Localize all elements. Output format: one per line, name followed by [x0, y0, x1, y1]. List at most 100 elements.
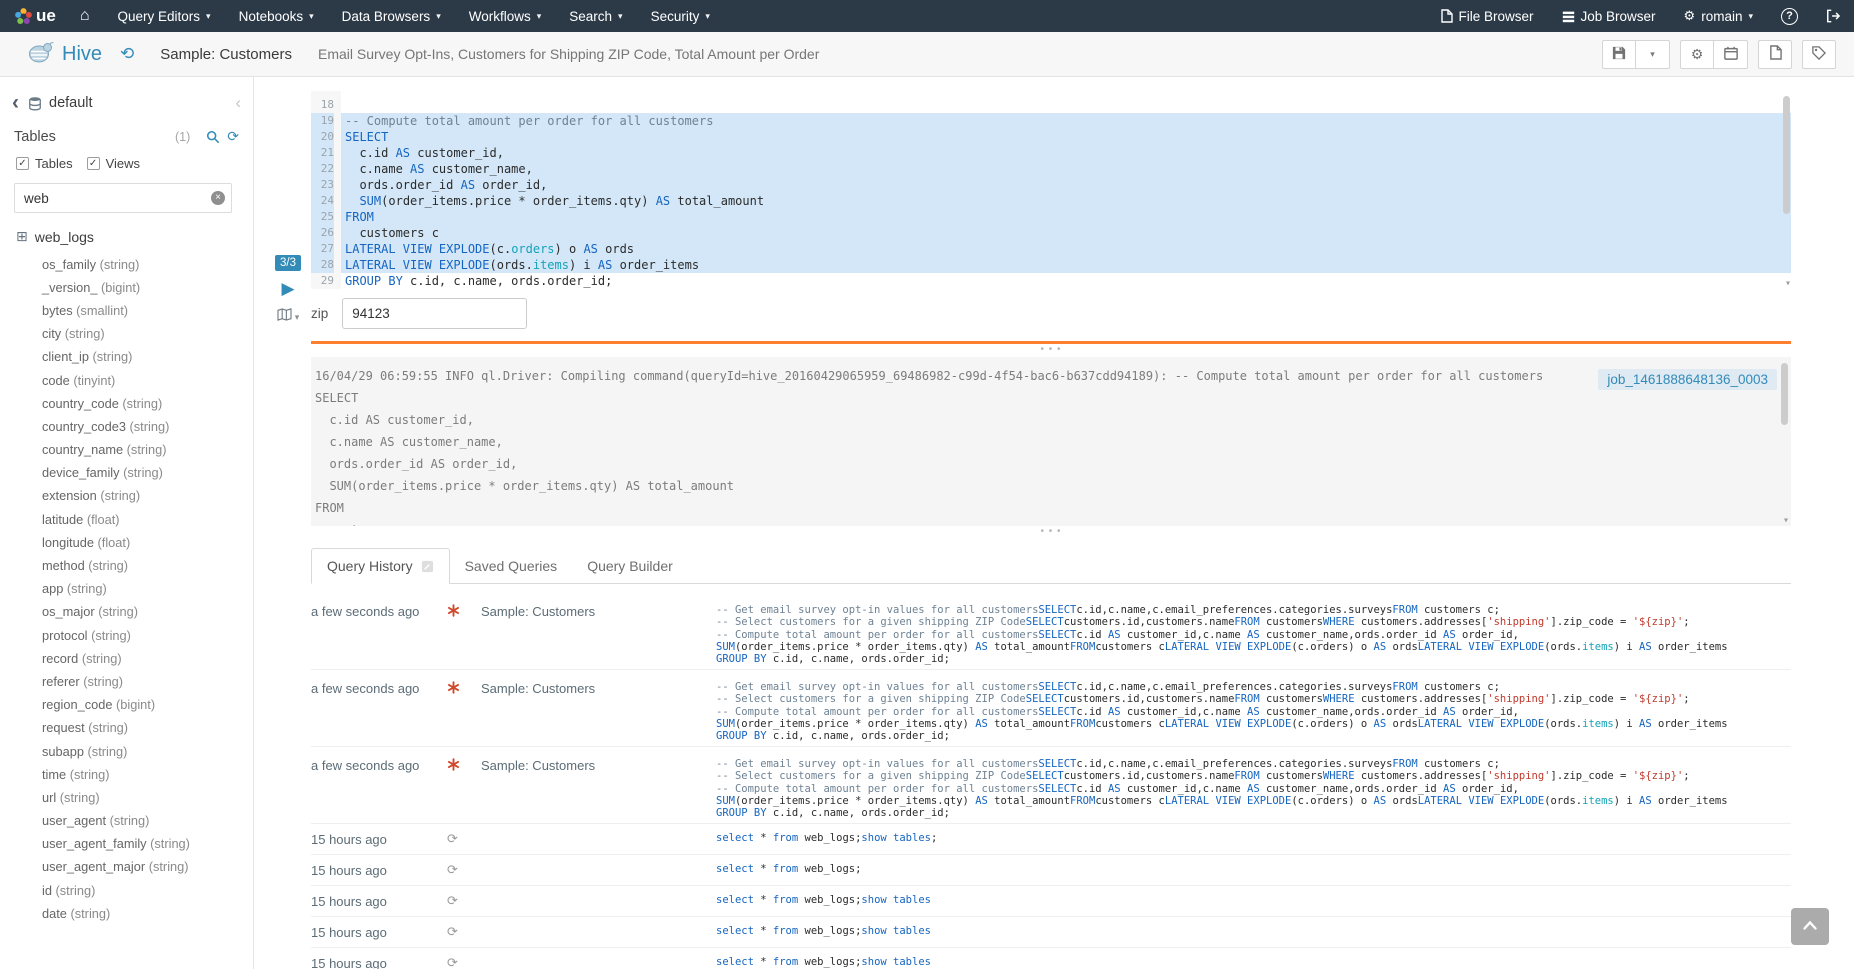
sql-token: select: [716, 863, 754, 875]
column-item[interactable]: extension (string): [0, 485, 253, 508]
menu-query-editors[interactable]: Query Editors▾: [104, 0, 225, 32]
tab-query-history[interactable]: Query History: [311, 548, 450, 584]
column-item[interactable]: country_code (string): [0, 392, 253, 415]
scroll-to-top-button[interactable]: [1791, 908, 1829, 945]
column-item[interactable]: user_agent (string): [0, 810, 253, 833]
edit-icon[interactable]: [421, 560, 434, 573]
table-item-web-logs[interactable]: ⊞ web_logs: [0, 215, 253, 248]
tab-query-builder[interactable]: Query Builder: [572, 549, 688, 583]
tab-saved-queries[interactable]: Saved Queries: [450, 549, 573, 583]
file-browser-button[interactable]: File Browser: [1427, 0, 1548, 32]
column-item[interactable]: client_ip (string): [0, 346, 253, 369]
code-line[interactable]: ords.order_id AS order_id,: [341, 177, 1791, 193]
column-item[interactable]: _version_ (bigint): [0, 276, 253, 299]
job-browser-button[interactable]: Job Browser: [1548, 0, 1670, 32]
code-line[interactable]: c.id AS customer_id,: [341, 145, 1791, 161]
history-row[interactable]: a few seconds agoSample: Customers-- Get…: [311, 593, 1791, 670]
logout-button[interactable]: [1812, 0, 1854, 32]
code-line[interactable]: customers c: [341, 225, 1791, 241]
new-document-button[interactable]: [1758, 40, 1792, 69]
column-item[interactable]: record (string): [0, 647, 253, 670]
column-item[interactable]: city (string): [0, 323, 253, 346]
menu-notebooks[interactable]: Notebooks▾: [225, 0, 328, 32]
menu-data-browsers[interactable]: Data Browsers▾: [328, 0, 455, 32]
editor-code[interactable]: -- Compute total amount per order for al…: [341, 91, 1791, 289]
database-name[interactable]: default: [49, 95, 93, 111]
scroll-down-icon[interactable]: ▾: [1785, 279, 1791, 289]
column-item[interactable]: os_major (string): [0, 601, 253, 624]
code-line[interactable]: [341, 97, 1791, 113]
search-icon[interactable]: [206, 130, 220, 144]
code-line[interactable]: LATERAL VIEW EXPLODE(c.orders) o AS ords: [341, 241, 1791, 257]
history-row[interactable]: 15 hours ago⟳select * from web_logs;show…: [311, 948, 1791, 969]
query-history-icon[interactable]: ⟲: [120, 44, 134, 64]
schedule-button[interactable]: [1714, 40, 1748, 69]
history-row[interactable]: 15 hours ago⟳select * from web_logs;: [311, 855, 1791, 886]
column-item[interactable]: method (string): [0, 554, 253, 577]
hue-logo[interactable]: ue: [0, 0, 66, 32]
column-item[interactable]: country_name (string): [0, 439, 253, 462]
job-link[interactable]: job_1461888648136_0003: [1598, 369, 1777, 390]
save-options-button[interactable]: ▾: [1636, 40, 1670, 69]
resize-grip[interactable]: • • •: [311, 346, 1791, 356]
column-item[interactable]: id (string): [0, 879, 253, 902]
column-item[interactable]: request (string): [0, 717, 253, 740]
column-item[interactable]: time (string): [0, 763, 253, 786]
help-button[interactable]: ?: [1767, 0, 1812, 32]
settings-button[interactable]: ⚙: [1680, 40, 1714, 69]
code-line[interactable]: FROM: [341, 209, 1791, 225]
code-line[interactable]: -- Compute total amount per order for al…: [341, 113, 1791, 129]
scrollbar-thumb[interactable]: [1781, 363, 1788, 425]
column-item[interactable]: bytes (smallint): [0, 299, 253, 322]
resize-grip[interactable]: • • •: [311, 528, 1791, 538]
column-item[interactable]: user_agent_family (string): [0, 833, 253, 856]
column-item[interactable]: url (string): [0, 786, 253, 809]
scroll-down-icon[interactable]: ▾: [1783, 516, 1789, 526]
history-row[interactable]: a few seconds agoSample: Customers-- Get…: [311, 747, 1791, 824]
code-line[interactable]: SUM(order_items.price * order_items.qty)…: [341, 193, 1791, 209]
editor-scrollbar[interactable]: ▾: [1781, 91, 1791, 289]
column-item[interactable]: latitude (float): [0, 508, 253, 531]
tables-checkbox[interactable]: ✓: [16, 157, 29, 170]
history-row[interactable]: a few seconds agoSample: Customers-- Get…: [311, 670, 1791, 747]
execute-button[interactable]: ▶: [281, 280, 294, 297]
column-item[interactable]: country_code3 (string): [0, 415, 253, 438]
refresh-icon[interactable]: ⟳: [227, 128, 239, 145]
column-item[interactable]: app (string): [0, 578, 253, 601]
column-item[interactable]: subapp (string): [0, 740, 253, 763]
views-checkbox[interactable]: ✓: [87, 157, 100, 170]
scrollbar-thumb[interactable]: [1783, 96, 1790, 214]
code-line[interactable]: SELECT: [341, 129, 1791, 145]
history-row[interactable]: 15 hours ago⟳select * from web_logs;show…: [311, 886, 1791, 917]
clear-filter-icon[interactable]: ×: [211, 191, 225, 205]
column-item[interactable]: region_code (bigint): [0, 694, 253, 717]
tags-button[interactable]: [1802, 40, 1836, 69]
code-line[interactable]: GROUP BY c.id, c.name, ords.order_id;: [341, 273, 1791, 289]
column-item[interactable]: device_family (string): [0, 462, 253, 485]
menu-security[interactable]: Security▾: [637, 0, 724, 32]
user-menu[interactable]: ⚙ romain ▾: [1670, 0, 1767, 32]
hive-brand[interactable]: Hive: [28, 41, 102, 68]
variable-zip-input[interactable]: [342, 298, 527, 329]
column-item[interactable]: protocol (string): [0, 624, 253, 647]
column-item[interactable]: user_agent_major (string): [0, 856, 253, 879]
back-arrow-icon[interactable]: ‹: [12, 96, 19, 110]
history-row[interactable]: 15 hours ago⟳select * from web_logs;show…: [311, 824, 1791, 855]
column-item[interactable]: referer (string): [0, 670, 253, 693]
sql-editor[interactable]: 181920212223242526272829 -- Compute tota…: [311, 91, 1791, 289]
column-item[interactable]: code (tinyint): [0, 369, 253, 392]
history-row[interactable]: 15 hours ago⟳select * from web_logs;show…: [311, 917, 1791, 948]
table-filter-input[interactable]: [14, 183, 232, 213]
menu-search[interactable]: Search▾: [555, 0, 636, 32]
save-button[interactable]: [1602, 40, 1636, 69]
column-item[interactable]: os_family (string): [0, 253, 253, 276]
menu-workflows[interactable]: Workflows▾: [455, 0, 556, 32]
collapse-panel-icon[interactable]: ‹: [235, 93, 241, 113]
home-button[interactable]: ⌂: [66, 0, 104, 32]
code-line[interactable]: LATERAL VIEW EXPLODE(ords.items) i AS or…: [341, 257, 1791, 273]
log-scrollbar[interactable]: ▾: [1779, 357, 1789, 526]
column-item[interactable]: date (string): [0, 902, 253, 925]
explain-menu[interactable]: ▾: [277, 308, 300, 326]
column-item[interactable]: longitude (float): [0, 531, 253, 554]
code-line[interactable]: c.name AS customer_name,: [341, 161, 1791, 177]
